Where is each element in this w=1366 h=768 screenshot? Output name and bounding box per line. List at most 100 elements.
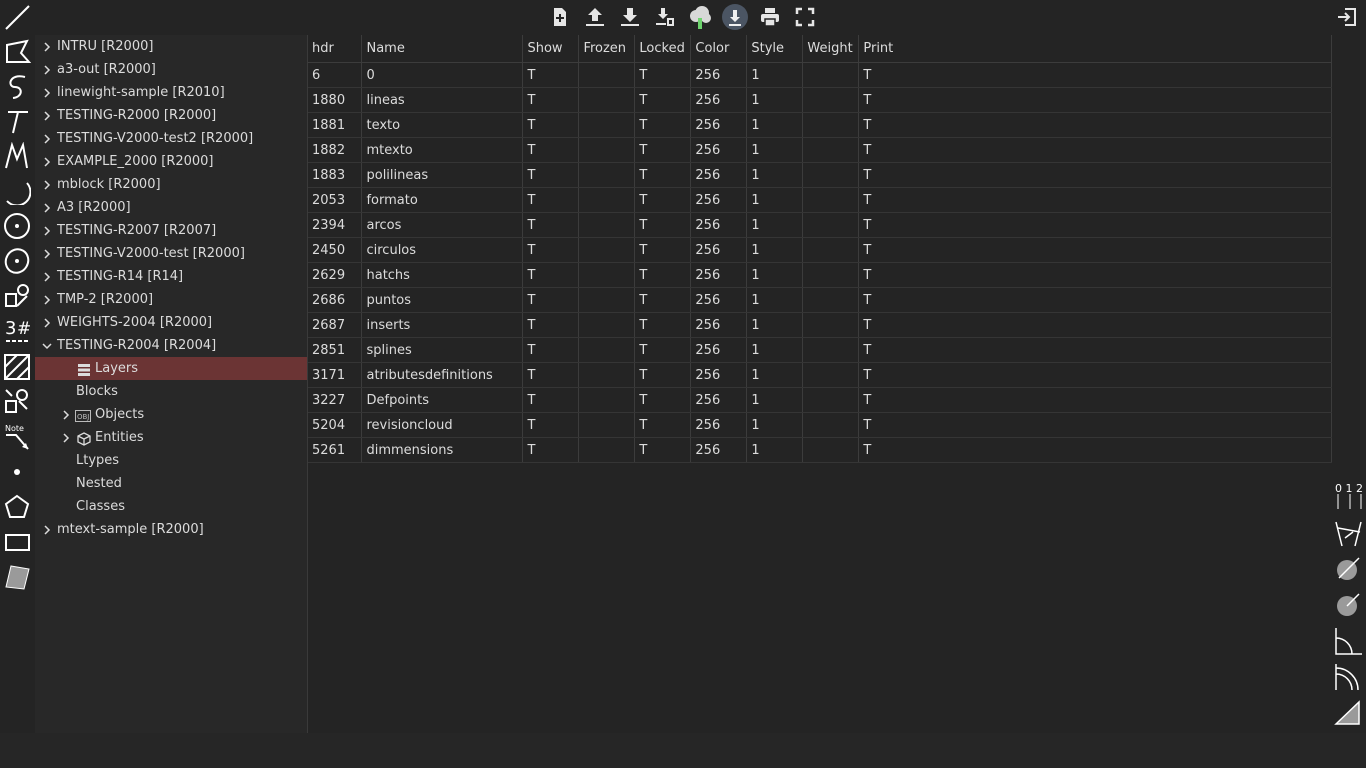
table-cell[interactable]: 1 [746,237,804,263]
table-cell[interactable] [578,387,636,413]
table-cell[interactable] [802,412,860,438]
table-row[interactable]: 2450 circulos T T 256 1 T [308,237,1332,263]
table-cell[interactable]: circulos [361,237,524,263]
chevron-right-icon[interactable] [41,58,53,81]
table-cell[interactable]: T [634,262,692,288]
tree-child-entities[interactable]: Entities [35,426,307,449]
table-cell[interactable]: 256 [690,312,748,338]
tree-item[interactable]: INTRU [R2000] [35,35,307,58]
table-row[interactable]: 2394 arcos T T 256 1 T [308,212,1332,238]
chevron-right-icon[interactable] [41,35,53,58]
table-cell[interactable]: T [522,262,580,288]
fullscreen-icon[interactable] [791,3,819,31]
table-cell[interactable] [578,87,636,113]
table-row[interactable]: 1880 lineas T T 256 1 T [308,87,1332,113]
table-cell[interactable]: T [858,262,1332,288]
table-row[interactable]: 2053 formato T T 256 1 T [308,187,1332,213]
table-cell[interactable] [578,262,636,288]
table-cell[interactable]: 3227 [308,387,363,413]
leader-tool-icon[interactable]: Note [2,422,32,452]
table-cell[interactable]: T [858,112,1332,138]
chevron-right-icon[interactable] [41,518,53,541]
tree-item[interactable]: linewight-sample [R2010] [35,81,307,104]
table-cell[interactable]: dimmensions [361,437,524,463]
table-cell[interactable]: polilineas [361,162,524,188]
table-cell[interactable]: 256 [690,212,748,238]
table-cell[interactable]: T [634,112,692,138]
table-cell[interactable]: T [522,387,580,413]
table-cell[interactable]: 256 [690,387,748,413]
table-cell[interactable]: puntos [361,287,524,313]
table-cell[interactable]: 3171 [308,362,363,388]
table-cell[interactable] [578,362,636,388]
table-cell[interactable]: T [522,437,580,463]
chevron-right-icon[interactable] [41,242,53,265]
spline-tool-icon[interactable] [2,72,32,102]
table-cell[interactable]: T [858,362,1332,388]
tree-item[interactable]: A3 [R2000] [35,196,307,219]
chevron-right-icon[interactable] [41,127,53,150]
table-cell[interactable]: 1 [746,87,804,113]
table-cell[interactable] [802,287,860,313]
table-cell[interactable]: T [522,137,580,163]
table-cell[interactable]: 0 [361,62,524,88]
angular-dim-icon[interactable] [1333,624,1365,656]
tree-item[interactable]: TMP-2 [R2000] [35,288,307,311]
table-cell[interactable] [802,137,860,163]
table-cell[interactable]: T [522,362,580,388]
ordinate-dim-icon[interactable] [1333,696,1365,728]
rectangle-tool-icon[interactable] [2,527,32,557]
polygon-tool-icon[interactable] [2,492,32,522]
table-cell[interactable]: 5261 [308,437,363,463]
tree-item[interactable]: TESTING-R14 [R14] [35,265,307,288]
column-header[interactable]: Frozen [578,35,636,63]
table-cell[interactable]: formato [361,187,524,213]
table-cell[interactable]: T [634,187,692,213]
new-file-icon[interactable] [546,3,574,31]
download-circle-icon[interactable] [721,3,749,31]
table-cell[interactable]: 1 [746,312,804,338]
aligned-dim-icon[interactable] [1333,516,1365,548]
table-cell[interactable] [802,337,860,363]
table-cell[interactable] [802,87,860,113]
table-cell[interactable]: T [858,337,1332,363]
table-row[interactable]: 2687 inserts T T 256 1 T [308,312,1332,338]
circle-tool-icon[interactable] [2,211,32,241]
table-cell[interactable]: 2053 [308,187,363,213]
table-cell[interactable]: 2687 [308,312,363,338]
tree-child-layers[interactable]: Layers [35,357,307,380]
column-header[interactable]: Print [858,35,1332,63]
table-row[interactable]: 6 0 T T 256 1 T [308,62,1332,88]
table-cell[interactable]: texto [361,112,524,138]
table-cell[interactable]: T [522,237,580,263]
table-cell[interactable]: 256 [690,87,748,113]
table-cell[interactable]: 2851 [308,337,363,363]
tree-item[interactable]: TESTING-V2000-test2 [R2000] [35,127,307,150]
column-header[interactable]: hdr [308,35,363,63]
table-cell[interactable]: 1 [746,112,804,138]
arc-length-dim-icon[interactable] [1333,660,1365,692]
table-cell[interactable]: T [522,412,580,438]
table-cell[interactable]: T [858,437,1332,463]
table-cell[interactable]: atributesdefinitions [361,362,524,388]
table-cell[interactable] [578,287,636,313]
table-cell[interactable] [578,237,636,263]
table-cell[interactable]: revisioncloud [361,412,524,438]
table-cell[interactable]: T [634,62,692,88]
table-cell[interactable]: T [522,187,580,213]
table-cell[interactable]: T [634,87,692,113]
tree-item[interactable]: EXAMPLE_2000 [R2000] [35,150,307,173]
table-cell[interactable]: Defpoints [361,387,524,413]
table-cell[interactable]: hatchs [361,262,524,288]
table-cell[interactable]: T [858,212,1332,238]
column-header[interactable]: Show [522,35,580,63]
table-cell[interactable]: 256 [690,137,748,163]
chevron-right-icon[interactable] [41,173,53,196]
tree-item[interactable]: mblock [R2000] [35,173,307,196]
tree-item[interactable]: a3-out [R2000] [35,58,307,81]
tree-item[interactable]: TESTING-R2004 [R2004] [35,334,307,357]
table-cell[interactable]: 6 [308,62,363,88]
tree-child-objects[interactable]: OBJ Objects [35,403,307,426]
chevron-right-icon[interactable] [41,81,53,104]
column-header[interactable]: Weight [802,35,860,63]
